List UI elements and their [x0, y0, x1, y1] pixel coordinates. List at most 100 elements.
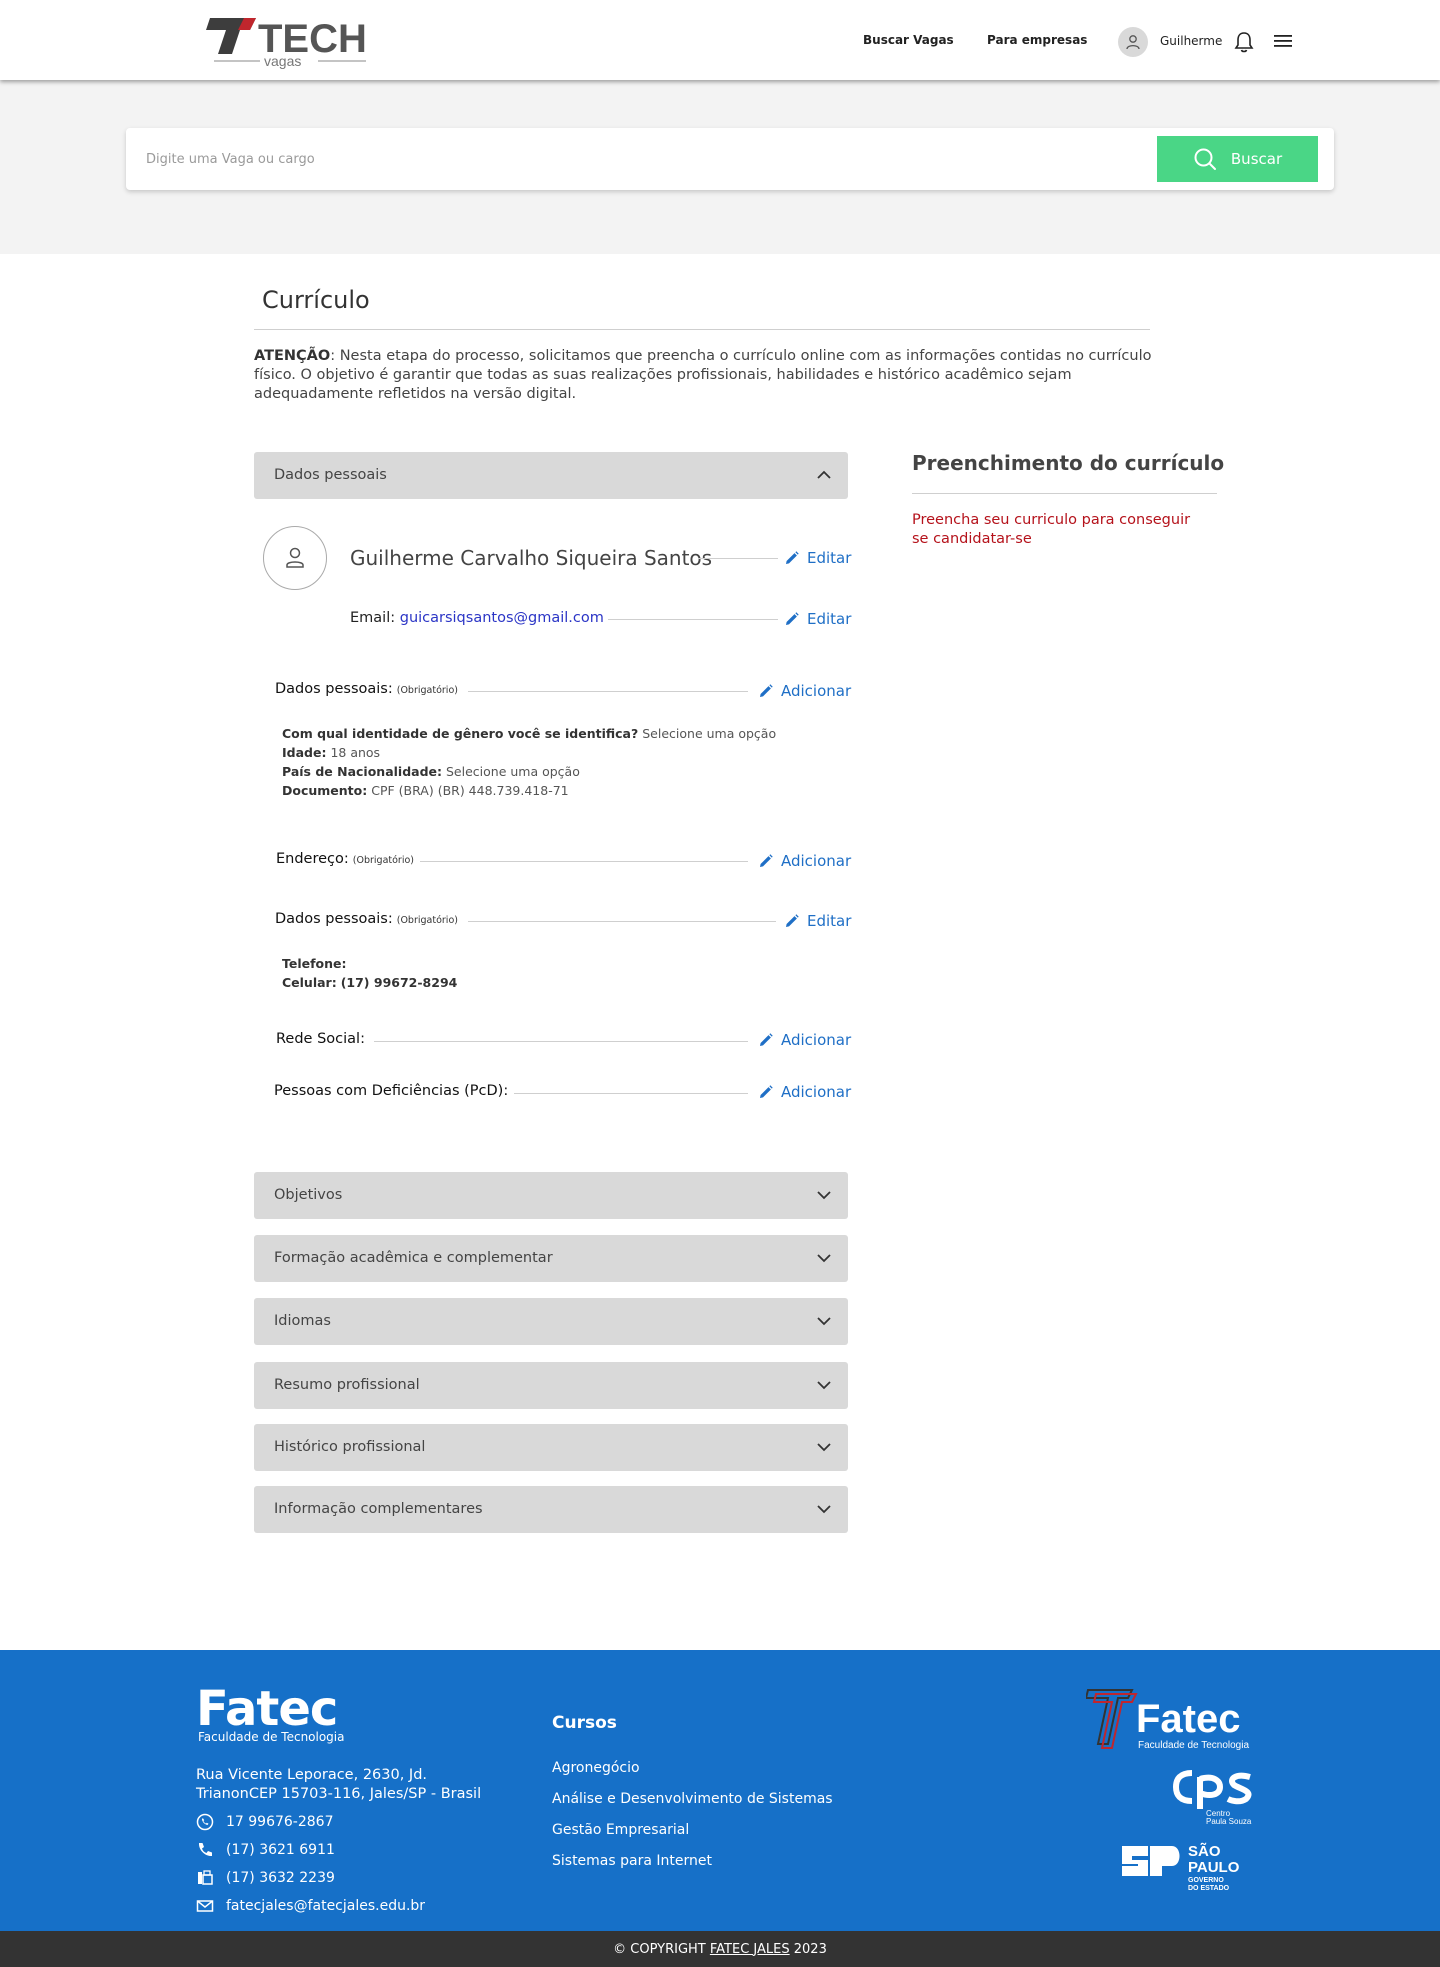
search-button-label: Buscar: [1230, 150, 1283, 168]
title-divider: [254, 329, 1150, 330]
tech-vagas-logo[interactable]: TECH vagas: [206, 14, 368, 70]
course-link[interactable]: Sistemas para Internet: [552, 1853, 712, 1869]
accordion-resumo-profissional[interactable]: Resumo profissional: [254, 1362, 848, 1409]
chevron-down-icon: [817, 1381, 831, 1390]
footer-whatsapp[interactable]: 17 99676-2867: [196, 1813, 333, 1831]
edit-name-button[interactable]: Editar: [785, 549, 851, 567]
email-value[interactable]: guicarsiqsantos@gmail.com: [400, 610, 604, 626]
sidebar-title: Preenchimento do currículo: [912, 451, 1225, 475]
age-label: Idade:: [282, 745, 327, 760]
phone-row: Telefone:: [282, 954, 457, 973]
bell-icon[interactable]: [1233, 30, 1255, 54]
footer-brand-sub: Faculdade de Tecnologia: [198, 1730, 345, 1744]
sidebar-divider: [912, 493, 1217, 494]
accordion-label: Idiomas: [274, 1313, 331, 1329]
pencil-icon: [760, 1033, 773, 1046]
top-navbar: TECH vagas Buscar Vagas Para empresas Gu…: [0, 0, 1440, 80]
footer-email[interactable]: fatecjales@fatecjales.edu.br: [196, 1897, 425, 1915]
accordion-formacao[interactable]: Formação acadêmica e complementar: [254, 1235, 848, 1282]
email-address: fatecjales@fatecjales.edu.br: [226, 1898, 426, 1914]
copyright-prefix: © COPYRIGHT: [613, 1941, 706, 1957]
footer: Fatec Faculdade de Tecnologia Rua Vicent…: [0, 1650, 1440, 1931]
section-title: Dados pessoais:: [275, 681, 393, 697]
nav-buscar-vagas[interactable]: Buscar Vagas: [863, 33, 954, 47]
add-dados-pessoais-button[interactable]: Adicionar: [759, 682, 851, 700]
nav-para-empresas[interactable]: Para empresas: [987, 33, 1087, 47]
notice-text: : Nesta etapa do processo, solicitamos q…: [254, 348, 1152, 402]
document-value: CPF (BRA) (BR) 448.739.418-71: [371, 783, 569, 798]
hamburger-menu-icon[interactable]: [1273, 33, 1293, 49]
footer-address: Rua Vicente Leporace, 2630, Jd. TrianonC…: [196, 1767, 482, 1802]
required-tag: (Obrigatório): [396, 915, 458, 926]
svg-text:DO ESTADO: DO ESTADO: [1188, 1885, 1230, 1892]
footer-phone[interactable]: (17) 3621 6911: [196, 1841, 335, 1859]
whatsapp-icon: [196, 1813, 214, 1831]
fax-icon: [198, 1870, 213, 1885]
gender-value: Selecione uma opção: [642, 726, 777, 741]
pencil-icon: [786, 551, 799, 564]
country-label: País de Nacionalidade:: [282, 764, 443, 779]
mobile-value: (17) 99672-8294: [340, 975, 458, 990]
copyright-link[interactable]: FATEC JALES: [710, 1942, 790, 1957]
section-rede-social: Rede Social:: [276, 1031, 365, 1047]
edit-email-button[interactable]: Editar: [785, 610, 851, 628]
pencil-icon: [760, 684, 773, 697]
add-label: Adicionar: [781, 1083, 852, 1101]
svg-text:SÃO: SÃO: [1188, 1842, 1221, 1860]
add-label: Adicionar: [781, 1031, 852, 1049]
svg-text:PAULO: PAULO: [1188, 1859, 1240, 1876]
search-button[interactable]: Buscar: [1157, 136, 1318, 182]
search-icon: [1194, 148, 1216, 170]
phone-label: Telefone:: [282, 956, 347, 971]
edit-label: Editar: [807, 610, 852, 628]
profile-photo[interactable]: [263, 526, 327, 590]
pencil-icon: [760, 854, 773, 867]
search-input[interactable]: [146, 139, 1146, 179]
chevron-down-icon: [817, 1443, 831, 1452]
add-label: Adicionar: [781, 852, 852, 870]
footer-fax[interactable]: (17) 3632 2239: [196, 1869, 335, 1887]
age-value: 18 anos: [330, 745, 381, 760]
user-name[interactable]: Guilherme: [1160, 34, 1222, 48]
phone-number: (17) 3621 6911: [226, 1842, 335, 1858]
edit-contato-button[interactable]: Editar: [785, 912, 851, 930]
chevron-down-icon: [817, 1505, 831, 1514]
accordion-dados-pessoais[interactable]: Dados pessoais: [254, 452, 848, 499]
contact-details: Telefone: Celular: (17) 99672-8294: [282, 954, 457, 992]
pencil-icon: [786, 612, 799, 625]
document-label: Documento:: [282, 783, 368, 798]
accordion-label: Histórico profissional: [274, 1439, 426, 1455]
accordion-objetivos[interactable]: Objetivos: [254, 1172, 848, 1219]
course-link[interactable]: Análise e Desenvolvimento de Sistemas: [552, 1791, 833, 1807]
section-title: Endereço:: [276, 851, 349, 867]
add-rede-social-button[interactable]: Adicionar: [759, 1031, 851, 1049]
accordion-label: Dados pessoais: [274, 467, 387, 483]
section-endereco: Endereço: (Obrigatório): [276, 851, 414, 867]
divider: [698, 558, 778, 559]
divider: [420, 861, 748, 862]
whatsapp-number: 17 99676-2867: [226, 1814, 334, 1830]
mail-icon: [196, 1900, 214, 1912]
add-endereco-button[interactable]: Adicionar: [759, 852, 851, 870]
svg-text:vagas: vagas: [264, 53, 301, 69]
add-pcd-button[interactable]: Adicionar: [759, 1083, 851, 1101]
section-contato: Dados pessoais: (Obrigatório): [275, 911, 458, 927]
svg-text:GOVERNO: GOVERNO: [1188, 1877, 1224, 1884]
email-label: Email:: [350, 610, 396, 626]
divider: [468, 691, 748, 692]
accordion-idiomas[interactable]: Idiomas: [254, 1298, 848, 1345]
chevron-down-icon: [817, 1317, 831, 1326]
accordion-informacao-complementares[interactable]: Informação complementares: [254, 1486, 848, 1533]
gender-label: Com qual identidade de gênero você se id…: [282, 726, 639, 741]
accordion-historico-profissional[interactable]: Histórico profissional: [254, 1424, 848, 1471]
course-link[interactable]: Agronegócio: [552, 1760, 640, 1776]
user-icon: [286, 547, 304, 568]
courses-title: Cursos: [552, 1713, 617, 1733]
sidebar-warning: Preencha seu curriculo para conseguir se…: [912, 512, 1191, 547]
user-avatar[interactable]: [1118, 27, 1148, 57]
course-link[interactable]: Gestão Empresarial: [552, 1822, 689, 1838]
cps-logo: Centro Paula Souza: [1172, 1770, 1252, 1825]
page-title: Currículo: [262, 286, 370, 314]
section-title: Dados pessoais:: [275, 911, 393, 927]
fatec-tech-logo: Fatec Faculdade de Tecnologia: [1086, 1689, 1249, 1751]
